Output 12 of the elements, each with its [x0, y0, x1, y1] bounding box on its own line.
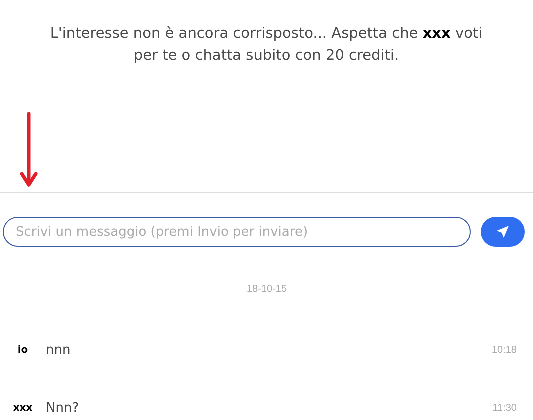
arrow-icon [20, 112, 38, 188]
sender-name: xxx [12, 402, 34, 414]
message-text: Nnn? [46, 400, 80, 416]
message-field[interactable]: Scrivi un messaggio (premi Invio per inviare) [3, 217, 471, 247]
message-text: nnn [46, 342, 72, 358]
send-icon [496, 225, 510, 239]
date-label: 18-10-15 [246, 284, 288, 295]
send-button[interactable] [481, 217, 525, 247]
message-time: 11:30 [492, 402, 517, 414]
sender-name: io [16, 344, 30, 356]
notice-text: L'interesse non è ancora corrisposto... Aspetta che xxx voti per te o chatta subito con 20 crediti. [49, 25, 484, 66]
message-time: 10:18 [492, 344, 517, 356]
